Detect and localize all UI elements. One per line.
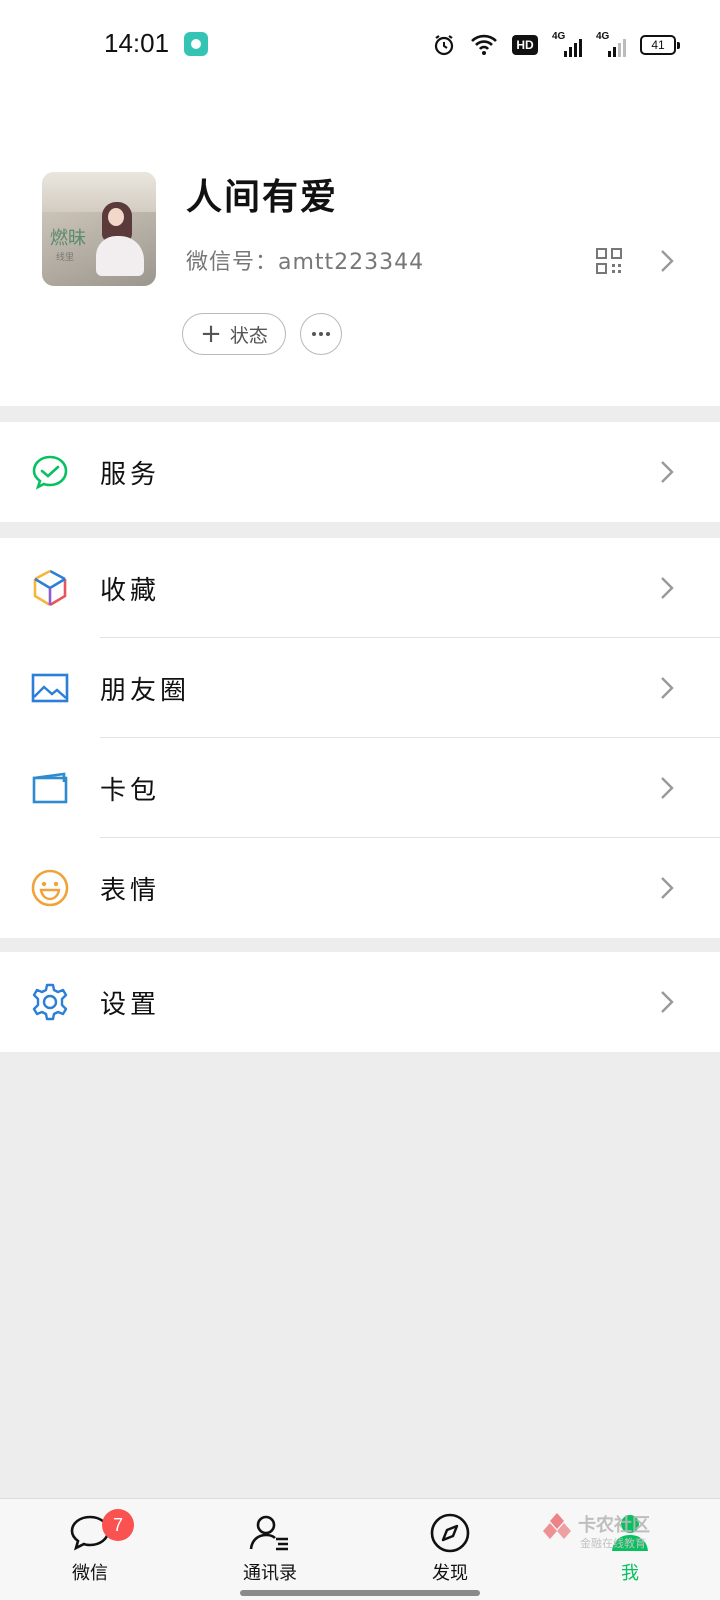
- moments-icon: [31, 673, 69, 703]
- chevron-right-icon: [661, 877, 674, 899]
- status-bar: 14:01 HD 4G 4G 41: [0, 0, 720, 90]
- chevron-right-icon: [661, 991, 674, 1013]
- add-status-button[interactable]: + 状态: [182, 313, 286, 355]
- menu-item-services[interactable]: 服务: [0, 422, 720, 522]
- discover-icon: [430, 1513, 470, 1553]
- qr-code-icon[interactable]: [596, 248, 622, 274]
- music-app-icon: [184, 32, 208, 56]
- contacts-icon: [249, 1515, 288, 1551]
- avatar[interactable]: 燃昧 线里: [42, 172, 156, 286]
- menu-item-label: 设置: [100, 990, 161, 1020]
- signal-4g-icon-2: 4G: [596, 31, 626, 57]
- status-icons: HD 4G 4G 41: [432, 30, 680, 60]
- tab-contacts[interactable]: 通讯录: [210, 1511, 330, 1591]
- watermark-logo-icon: [543, 1513, 571, 1539]
- chevron-right-icon[interactable]: [658, 248, 676, 274]
- wechat-id: 微信号：amtt223344: [186, 250, 425, 275]
- watermark-subtitle: 金融在线教育: [580, 1537, 646, 1550]
- services-icon: [32, 455, 68, 490]
- battery-icon: 41: [640, 35, 680, 55]
- tab-discover[interactable]: 发现: [390, 1511, 510, 1591]
- avatar-text: 燃昧: [50, 228, 86, 249]
- chevron-right-icon: [661, 777, 674, 799]
- menu-item-stickers[interactable]: 表情: [0, 838, 720, 938]
- tab-label: 通讯录: [243, 1563, 297, 1584]
- menu-item-label: 服务: [100, 460, 161, 490]
- status-time: 14:01: [104, 28, 170, 58]
- home-indicator[interactable]: [240, 1590, 480, 1596]
- watermark-title: 卡农社区: [578, 1515, 650, 1536]
- menu-item-card-wallet[interactable]: 卡包: [0, 738, 720, 838]
- avatar-subtext: 线里: [56, 253, 75, 263]
- watermark: 卡农社区 金融在线教育: [540, 1511, 660, 1551]
- menu-item-favorites[interactable]: 收藏: [0, 538, 720, 638]
- tab-label: 发现: [432, 1563, 468, 1584]
- favorites-icon: [33, 569, 67, 607]
- status-button-label: 状态: [229, 324, 268, 347]
- chevron-right-icon: [661, 461, 674, 483]
- stickers-icon: [31, 869, 69, 907]
- menu-item-label: 收藏: [100, 576, 161, 606]
- bottom-tab-bar: 7 微信 通讯录 发现 我 卡农社区 金融在线教育: [0, 1498, 720, 1600]
- wifi-icon: [471, 34, 497, 55]
- profile-header[interactable]: 燃昧 线里 人间有爱 微信号：amtt223344 + 状态: [0, 90, 720, 406]
- menu-group-services: 服务: [0, 422, 720, 522]
- signal-4g-icon: 4G: [552, 31, 582, 57]
- alarm-icon: [434, 35, 454, 56]
- settings-icon: [32, 983, 68, 1021]
- chevron-right-icon: [661, 577, 674, 599]
- plus-icon: +: [200, 319, 222, 349]
- menu-item-label: 卡包: [100, 776, 161, 806]
- tab-chats[interactable]: 7 微信: [30, 1509, 150, 1591]
- chevron-right-icon: [661, 677, 674, 699]
- menu-item-moments[interactable]: 朋友圈: [0, 638, 720, 738]
- menu-group-main: 收藏 朋友圈 卡包 表情: [0, 538, 720, 938]
- tab-label: 微信: [72, 1563, 108, 1584]
- card-wallet-icon: [32, 772, 68, 804]
- more-button[interactable]: [300, 313, 342, 355]
- menu-group-settings: 设置: [0, 952, 720, 1052]
- profile-name: 人间有爱: [186, 177, 339, 218]
- menu-item-label: 朋友圈: [100, 676, 191, 706]
- unread-badge: 7: [102, 1509, 134, 1541]
- menu-item-label: 表情: [100, 876, 161, 906]
- tab-label: 我: [621, 1563, 639, 1584]
- hd-voice-icon: HD: [512, 35, 538, 55]
- menu-item-settings[interactable]: 设置: [0, 952, 720, 1052]
